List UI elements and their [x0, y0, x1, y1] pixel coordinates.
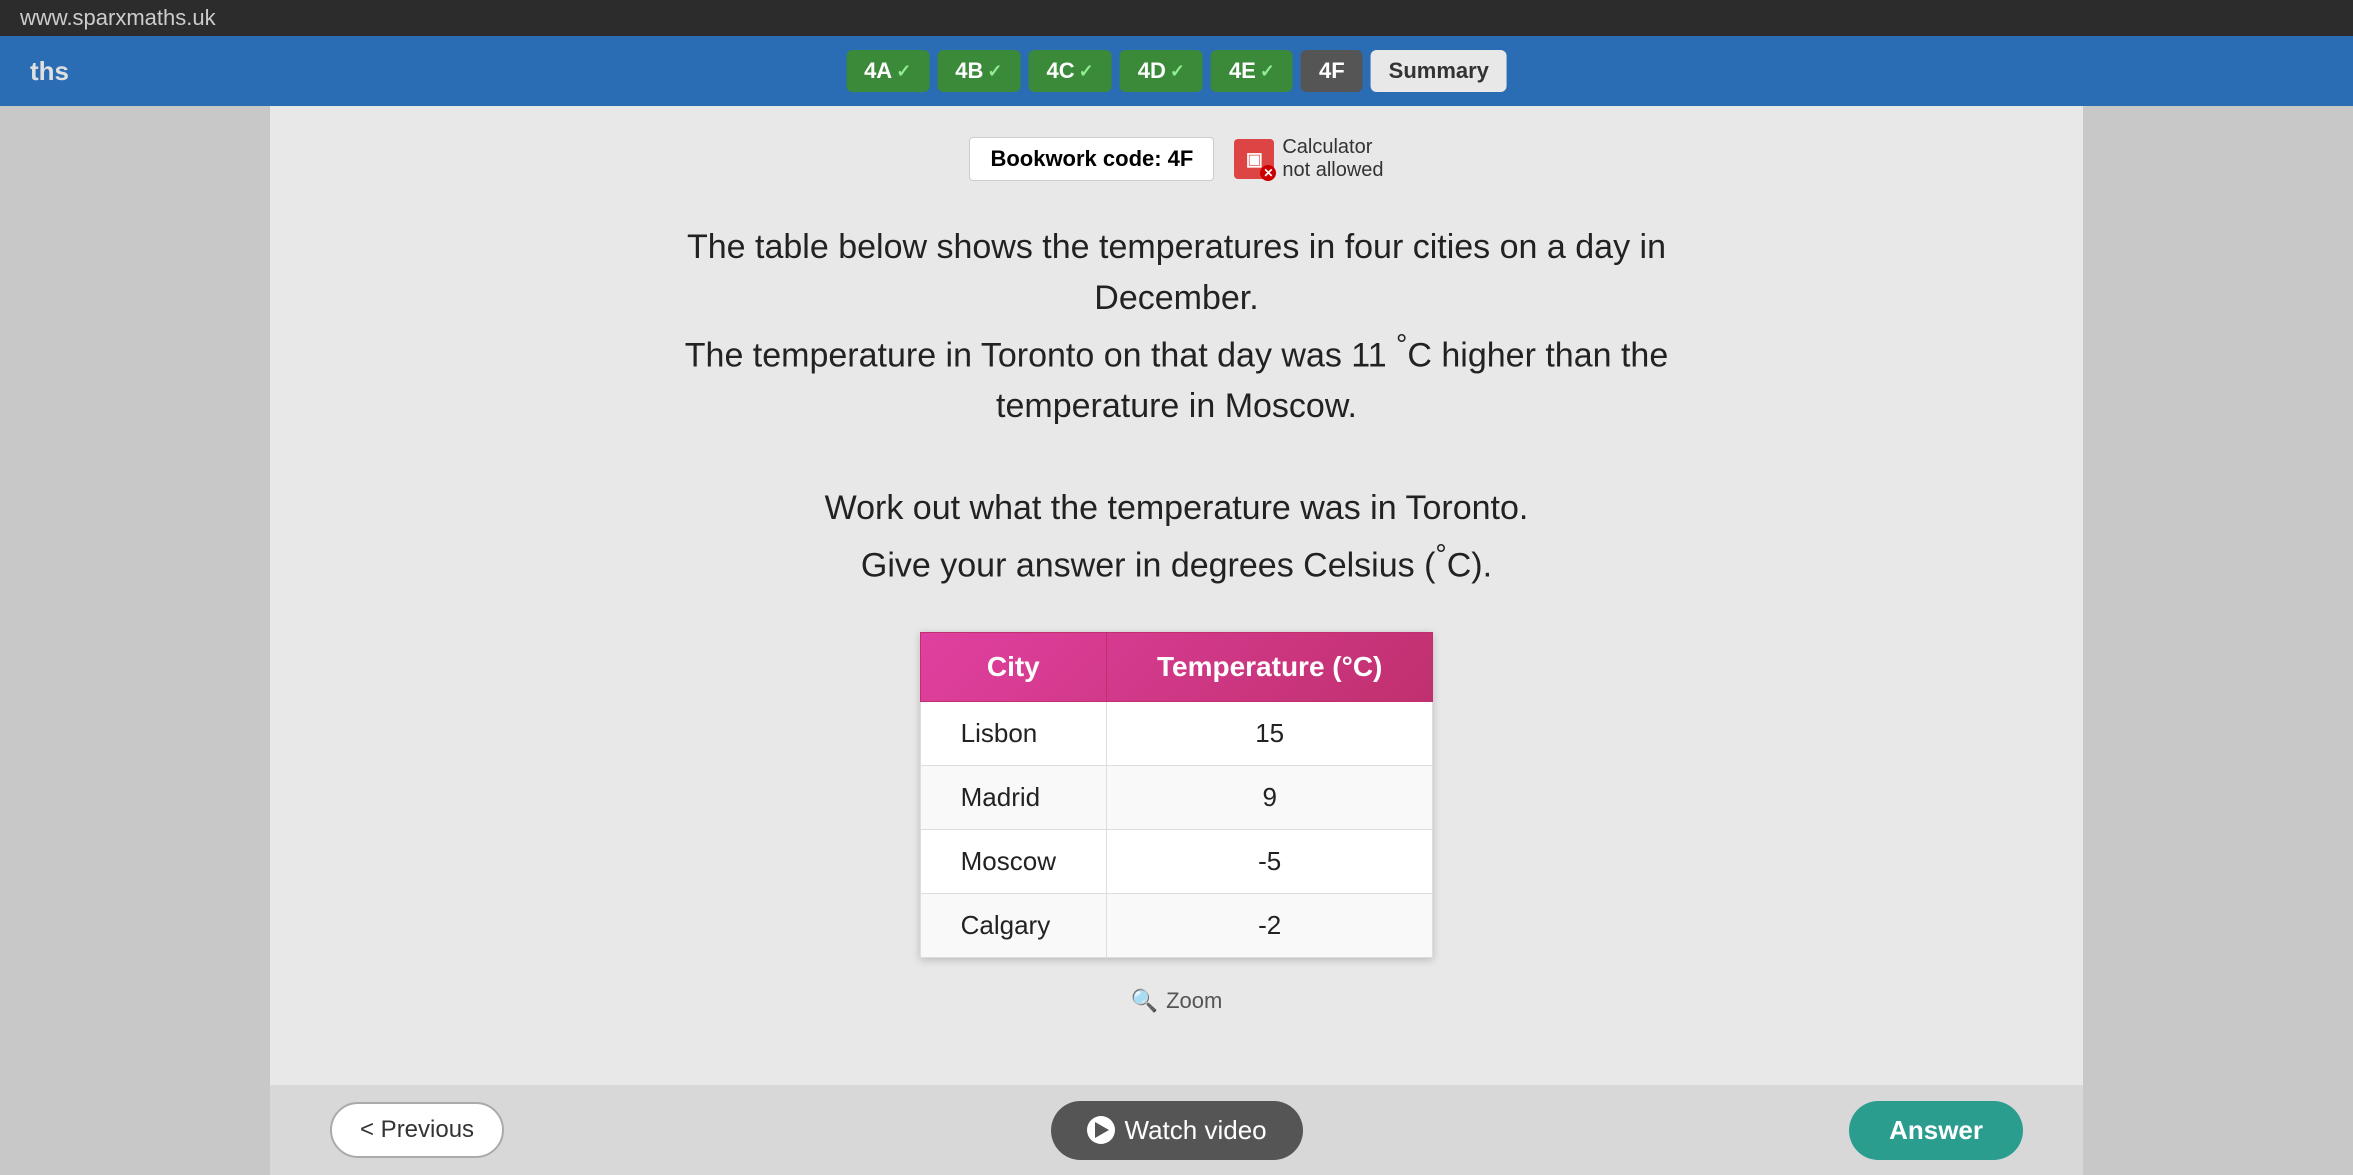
- tab-4C-check: ✓: [1079, 61, 1094, 82]
- city-madrid: Madrid: [920, 765, 1106, 829]
- tab-4E-label: 4E: [1229, 58, 1256, 84]
- tab-4B-check: ✓: [987, 61, 1002, 82]
- zoom-row[interactable]: 🔍 Zoom: [330, 988, 2023, 1014]
- question-line3: The temperature in Toronto on that day w…: [330, 324, 2023, 381]
- watch-video-label: Watch video: [1125, 1115, 1267, 1146]
- tab-4E[interactable]: 4E ✓: [1211, 50, 1293, 92]
- question-text: The table below shows the temperatures i…: [330, 222, 2023, 592]
- browser-bar: www.sparxmaths.uk: [0, 0, 2353, 36]
- tab-4A[interactable]: 4A ✓: [846, 50, 929, 92]
- question-line6: Give your answer in degrees Celsius (°C)…: [330, 534, 2023, 591]
- table-row: Calgary -2: [920, 893, 1433, 957]
- tab-summary[interactable]: Summary: [1371, 50, 1507, 92]
- tab-4F[interactable]: 4F: [1301, 50, 1363, 92]
- calculator-x-icon: ✕: [1260, 165, 1276, 181]
- previous-button[interactable]: < Previous: [330, 1102, 504, 1158]
- question-line2: December.: [330, 273, 2023, 324]
- question-line1: The table below shows the temperatures i…: [330, 222, 2023, 273]
- temp-madrid: 9: [1106, 765, 1432, 829]
- col-city-header: City: [920, 632, 1106, 701]
- temperature-table: City Temperature (°C) Lisbon 15 Madrid 9…: [920, 632, 1434, 958]
- tab-4A-check: ✓: [896, 61, 911, 82]
- question-line4: temperature in Moscow.: [330, 381, 2023, 432]
- calculator-not-allowed: not allowed: [1282, 159, 1383, 182]
- tab-4F-label: 4F: [1319, 58, 1345, 84]
- city-moscow: Moscow: [920, 829, 1106, 893]
- tab-4D-check: ✓: [1170, 61, 1185, 82]
- calculator-info: ▣ ✕ Calculator not allowed: [1234, 136, 1383, 182]
- browser-url: www.sparxmaths.uk: [20, 5, 216, 31]
- tab-4D[interactable]: 4D ✓: [1120, 50, 1203, 92]
- nav-tabs: 4A ✓ 4B ✓ 4C ✓ 4D ✓ 4E ✓ 4F Summary: [846, 50, 1507, 92]
- tab-4B-label: 4B: [955, 58, 983, 84]
- calculator-icon: ▣ ✕: [1234, 139, 1274, 179]
- table-row: Moscow -5: [920, 829, 1433, 893]
- watch-video-button[interactable]: Watch video: [1051, 1101, 1303, 1160]
- tab-4C[interactable]: 4C ✓: [1029, 50, 1112, 92]
- tab-4E-check: ✓: [1260, 61, 1275, 82]
- question-line5: Work out what the temperature was in Tor…: [330, 483, 2023, 534]
- table-header-row: City Temperature (°C): [920, 632, 1433, 701]
- tab-4B[interactable]: 4B ✓: [937, 50, 1020, 92]
- calculator-label: Calculator: [1282, 136, 1383, 159]
- table-container: City Temperature (°C) Lisbon 15 Madrid 9…: [330, 632, 2023, 958]
- bookwork-bar: Bookwork code: 4F ▣ ✕ Calculator not all…: [330, 136, 2023, 182]
- temp-moscow: -5: [1106, 829, 1432, 893]
- city-calgary: Calgary: [920, 893, 1106, 957]
- tab-summary-label: Summary: [1389, 58, 1489, 83]
- zoom-label: Zoom: [1166, 988, 1222, 1014]
- video-play-icon: [1087, 1116, 1115, 1144]
- tab-4A-label: 4A: [864, 58, 892, 84]
- tab-4D-label: 4D: [1138, 58, 1166, 84]
- table-row: Madrid 9: [920, 765, 1433, 829]
- tab-4C-label: 4C: [1047, 58, 1075, 84]
- main-content: Bookwork code: 4F ▣ ✕ Calculator not all…: [270, 106, 2083, 1175]
- col-temp-header: Temperature (°C): [1106, 632, 1432, 701]
- table-row: Lisbon 15: [920, 701, 1433, 765]
- answer-button[interactable]: Answer: [1849, 1101, 2023, 1160]
- bottom-bar: < Previous Watch video Answer: [270, 1085, 2083, 1175]
- bookwork-code: Bookwork code: 4F: [969, 137, 1214, 181]
- temp-lisbon: 15: [1106, 701, 1432, 765]
- nav-bar: ths 4A ✓ 4B ✓ 4C ✓ 4D ✓ 4E ✓ 4F Summary: [0, 36, 2353, 106]
- temp-calgary: -2: [1106, 893, 1432, 957]
- calculator-status-text: Calculator not allowed: [1282, 136, 1383, 182]
- city-lisbon: Lisbon: [920, 701, 1106, 765]
- zoom-icon: 🔍: [1131, 988, 1158, 1014]
- nav-site-label: ths: [30, 56, 69, 87]
